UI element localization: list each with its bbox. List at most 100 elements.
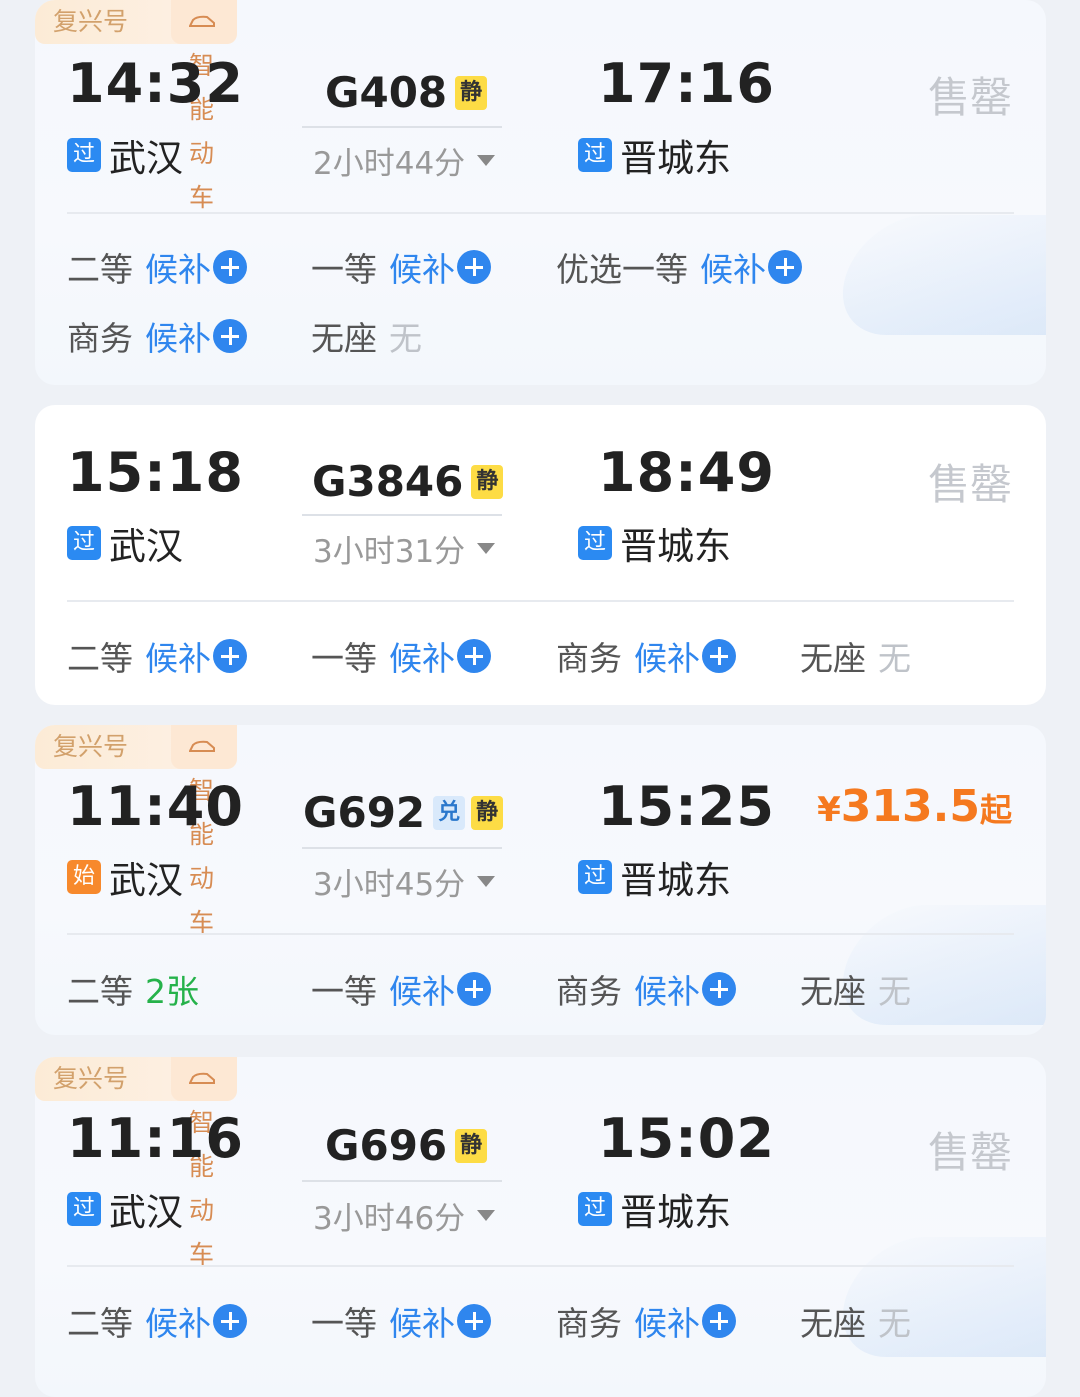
price[interactable]: ¥313.5 起 (817, 781, 1012, 832)
seat-premium-first-class[interactable]: 优选一等 候补 (556, 243, 802, 291)
quiet-car-badge: 静 (471, 795, 504, 830)
plus-icon (702, 1304, 736, 1338)
train-number-label: G692 (303, 788, 426, 837)
seat-first-class[interactable]: 一等 候补 (311, 243, 491, 291)
seat-business-class[interactable]: 商务 候补 (556, 965, 736, 1013)
plus-icon (213, 639, 247, 673)
waitlist-label: 候补 (389, 972, 455, 1011)
plus-icon (213, 319, 247, 353)
plus-icon (457, 972, 491, 1006)
caret-down-icon (477, 1210, 496, 1221)
unavailable-label: 无 (878, 639, 911, 678)
arrival-time: 15:02 (598, 1107, 775, 1170)
fuxing-tag: 复兴号 (35, 0, 191, 44)
arrival-station[interactable]: 过晋城东 (578, 128, 731, 182)
seat-first-class[interactable]: 一等 候补 (311, 1297, 491, 1345)
waitlist-label: 候补 (389, 250, 455, 289)
train-number[interactable]: G408 静 (325, 68, 488, 117)
waitlist-label: 候补 (145, 1304, 211, 1343)
plus-icon (702, 639, 736, 673)
train-card[interactable]: 复兴号 智能动车 11:16 过武汉 G696 静 3小时46分 15:02 过晋… (35, 1057, 1046, 1397)
departure-time: 11:16 (67, 1107, 244, 1170)
departure-station[interactable]: 始武汉 (67, 850, 183, 904)
arrival-station[interactable]: 过晋城东 (578, 1182, 731, 1236)
seat-first-class[interactable]: 一等 候补 (311, 965, 491, 1013)
duration-toggle[interactable]: 3小时45分 (313, 859, 496, 904)
fuxing-tag: 复兴号 (35, 1057, 191, 1101)
seat-standing: 无座无 (311, 312, 422, 360)
departure-time: 14:32 (67, 52, 244, 115)
duration-label: 3小时46分 (313, 1201, 466, 1237)
waitlist-label: 候补 (389, 639, 455, 678)
seat-class-label: 二等 (67, 639, 133, 678)
train-card[interactable]: 复兴号 智能动车 14:32 过武汉 G408 静 2小时44分 17:16 过晋… (35, 0, 1046, 385)
waitlist-label: 候补 (145, 250, 211, 289)
train-number-divider (302, 126, 502, 128)
departure-station-name: 武汉 (109, 137, 183, 180)
pass-badge: 过 (578, 1192, 612, 1226)
plus-icon (768, 250, 802, 284)
arrival-station-name: 晋城东 (620, 137, 731, 180)
train-icon (189, 15, 215, 27)
seat-class-label: 一等 (311, 639, 377, 678)
seat-second-class[interactable]: 二等 候补 (67, 1297, 247, 1345)
train-card[interactable]: 15:18 过武汉 G3846 静 3小时31分 18:49 过晋城东 售罄 二等… (35, 405, 1046, 705)
smart-train-tag: 智能动车 (171, 725, 237, 937)
seat-class-label: 商务 (556, 1304, 622, 1343)
seat-second-class[interactable]: 二等 2张 (67, 965, 199, 1013)
seat-class-label: 商务 (556, 972, 622, 1011)
waitlist-label: 候补 (700, 250, 766, 289)
duration-label: 2小时44分 (313, 146, 466, 182)
seat-class-label: 二等 (67, 972, 133, 1011)
duration-toggle[interactable]: 2小时44分 (313, 138, 496, 183)
plus-icon (457, 639, 491, 673)
waitlist-label: 候补 (389, 1304, 455, 1343)
seat-second-class[interactable]: 二等 候补 (67, 632, 247, 680)
seat-business-class[interactable]: 商务 候补 (556, 1297, 736, 1345)
caret-down-icon (477, 155, 496, 166)
arrival-station[interactable]: 过晋城东 (578, 516, 731, 570)
duration-toggle[interactable]: 3小时46分 (313, 1193, 496, 1238)
departure-station[interactable]: 过武汉 (67, 1182, 183, 1236)
arrival-station[interactable]: 过晋城东 (578, 850, 731, 904)
train-card[interactable]: 复兴号 智能动车 11:40 始武汉 G692 兑静 3小时45分 15:25 过… (35, 725, 1046, 1035)
seat-business-class[interactable]: 商务 候补 (67, 312, 247, 360)
sold-out-status: 售罄 (927, 1128, 1012, 1177)
departure-station[interactable]: 过武汉 (67, 128, 183, 182)
train-number-label: G3846 (312, 457, 464, 506)
sold-out-status: 售罄 (927, 460, 1012, 509)
plus-icon (702, 972, 736, 1006)
seat-class-label: 无座 (311, 319, 377, 358)
seat-business-class[interactable]: 商务 候补 (556, 632, 736, 680)
price-amount: 313.5 (840, 781, 980, 832)
plus-icon (213, 1304, 247, 1338)
price-suffix: 起 (979, 791, 1012, 829)
departure-station[interactable]: 过武汉 (67, 516, 183, 570)
pass-badge: 过 (578, 138, 612, 172)
duration-toggle[interactable]: 3小时31分 (313, 526, 496, 571)
waitlist-label: 候补 (634, 639, 700, 678)
departure-station-name: 武汉 (109, 859, 183, 902)
quiet-car-badge: 静 (471, 464, 504, 499)
train-number[interactable]: G692 兑静 (303, 788, 504, 837)
arrival-time: 17:16 (598, 52, 775, 115)
seat-second-class[interactable]: 二等 候补 (67, 243, 247, 291)
fuxing-tag: 复兴号 (35, 725, 191, 769)
arrival-station-name: 晋城东 (620, 859, 731, 902)
seat-class-label: 二等 (67, 1304, 133, 1343)
train-number[interactable]: G696 静 (325, 1121, 488, 1170)
waitlist-label: 候补 (634, 972, 700, 1011)
waitlist-label: 候补 (634, 1304, 700, 1343)
train-number[interactable]: G3846 静 (312, 457, 504, 506)
departure-time: 11:40 (67, 775, 244, 838)
train-number-label: G696 (325, 1121, 448, 1170)
seat-class-label: 一等 (311, 1304, 377, 1343)
quiet-car-badge: 静 (455, 75, 488, 110)
card-divider (67, 600, 1014, 602)
pass-badge: 过 (67, 1192, 101, 1226)
seat-class-label: 无座 (800, 972, 866, 1011)
train-icon (189, 1072, 215, 1084)
seat-first-class[interactable]: 一等 候补 (311, 632, 491, 680)
origin-badge: 始 (67, 860, 101, 894)
seat-standing: 无座无 (800, 632, 911, 680)
